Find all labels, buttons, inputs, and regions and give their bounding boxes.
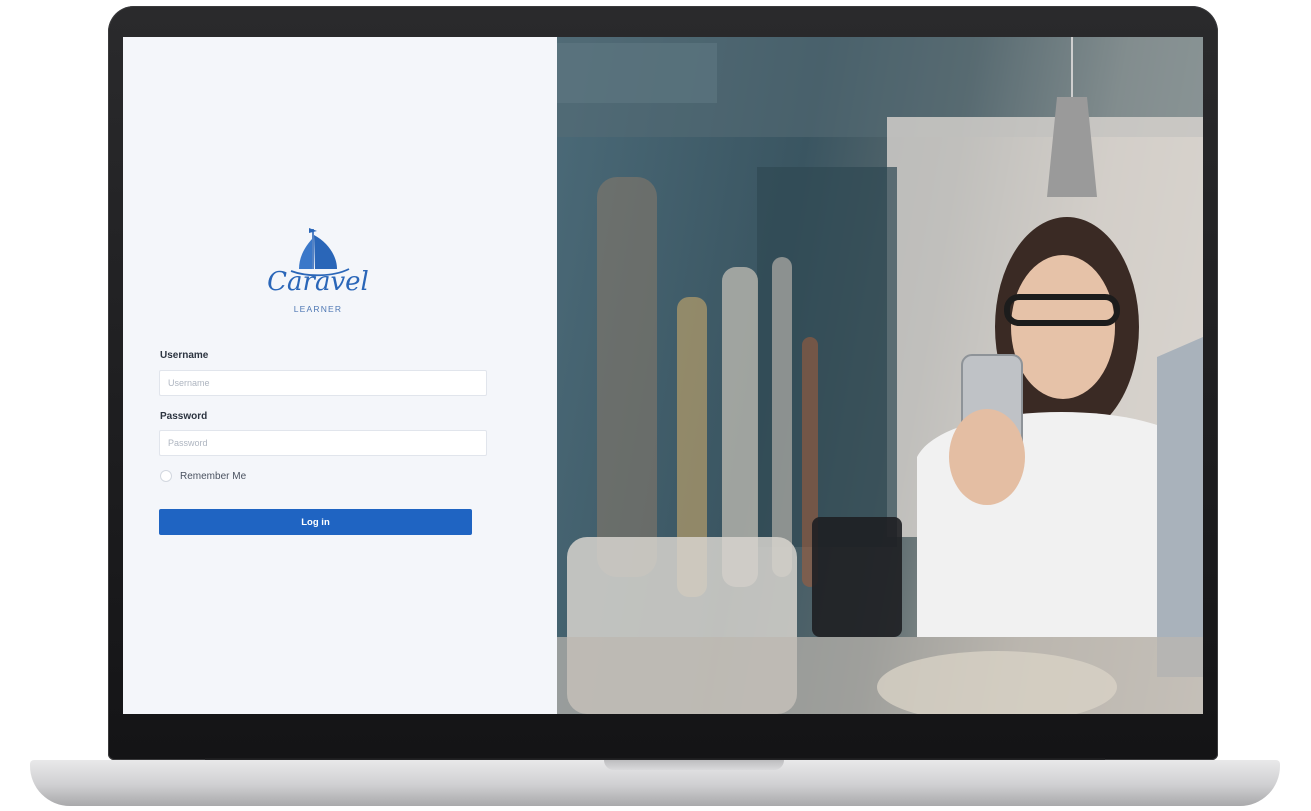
hero-illustration — [557, 37, 1203, 714]
password-label: Password — [160, 411, 208, 422]
hero-photo — [557, 37, 1203, 714]
password-input[interactable] — [159, 430, 487, 456]
laptop-opening-notch — [604, 760, 784, 770]
remember-me-row[interactable]: Remember Me — [160, 470, 246, 482]
username-input[interactable] — [159, 370, 487, 396]
screen: Caravel LEARNER Username Password Rememb… — [123, 37, 1203, 714]
login-panel: Caravel LEARNER Username Password Rememb… — [123, 37, 557, 714]
username-label: Username — [160, 350, 209, 361]
remember-me-checkbox[interactable] — [160, 470, 172, 482]
brand-name: Caravel — [267, 267, 369, 297]
caravel-logo: Caravel LEARNER — [263, 225, 373, 325]
login-button[interactable]: Log in — [159, 509, 472, 535]
laptop-base — [30, 760, 1280, 806]
laptop-mockup: Caravel LEARNER Username Password Rememb… — [0, 0, 1311, 811]
brand-subtitle: LEARNER — [293, 304, 343, 314]
remember-me-label: Remember Me — [180, 470, 247, 482]
